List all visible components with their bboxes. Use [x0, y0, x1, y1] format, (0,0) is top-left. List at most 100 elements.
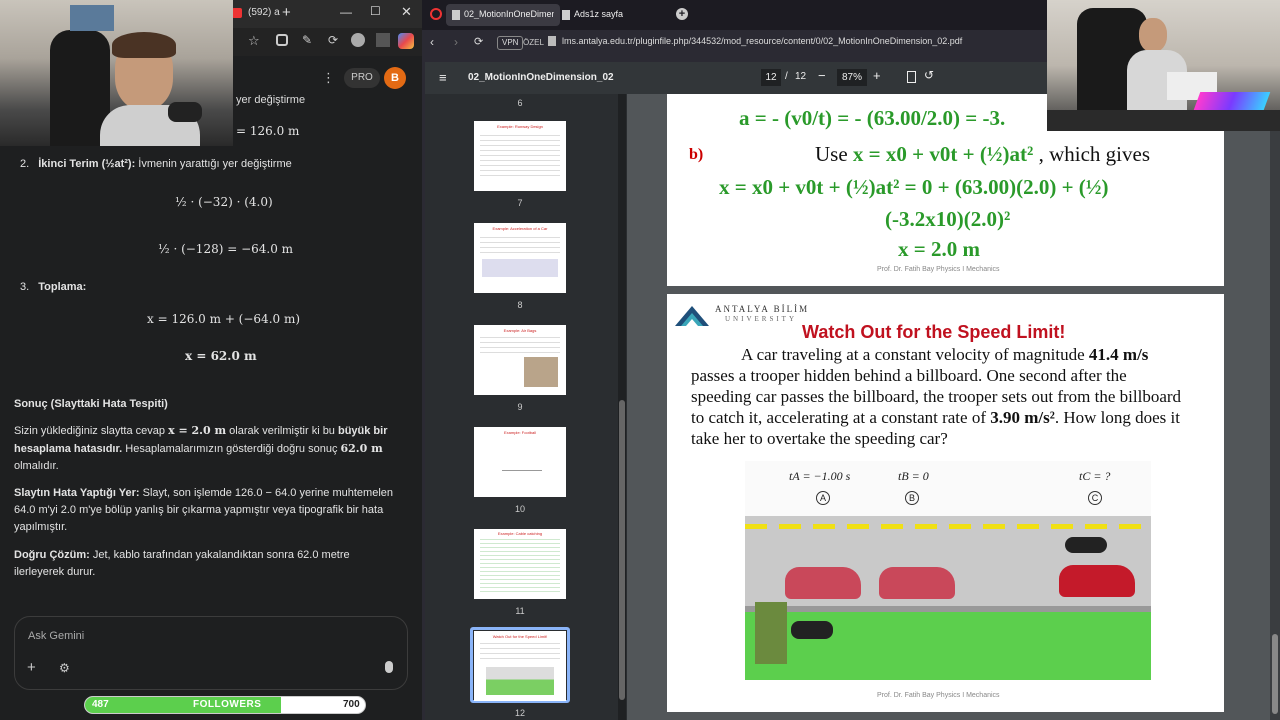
item2-title: İkinci Terim (½at²): — [38, 158, 136, 170]
thumb-photo — [524, 357, 558, 387]
label-tC: tC = ? — [1079, 469, 1111, 483]
thumbnail-page-8[interactable]: Example: Acceleration of a Car — [474, 223, 566, 293]
p1-text-b: olarak verilmiştir ki bu — [226, 425, 338, 437]
p1-text-d: olmalıdır. — [14, 460, 59, 472]
red-car-A — [785, 567, 861, 599]
tab-pdf[interactable]: 02_MotionInOneDimensio — [446, 4, 560, 26]
streamer-hair — [112, 32, 176, 58]
body-b2: 3.90 m/s² — [990, 408, 1055, 427]
billboard — [755, 602, 787, 664]
thumbnail-scrollbar[interactable] — [618, 94, 626, 720]
streamer-head — [1139, 18, 1167, 52]
pro-badge[interactable]: PRO — [344, 68, 380, 88]
marker-B: B — [905, 491, 919, 505]
slide12-title: Watch Out for the Speed Limit! — [802, 322, 1066, 342]
youtube-icon — [232, 8, 242, 18]
webcam-overlay-right — [1047, 0, 1280, 131]
thumbnail-panel: 6 Example: Runway Design 7 Example: Acce… — [425, 94, 627, 720]
thumb-number: 6 — [517, 98, 523, 108]
page-total: 12 — [795, 71, 807, 82]
slide12-body: A car traveling at a constant velocity o… — [691, 344, 1191, 449]
zoom-out-icon[interactable]: − — [818, 68, 826, 83]
page-number-input[interactable]: 12 — [761, 69, 781, 86]
copilot-icon[interactable] — [398, 33, 414, 49]
rotate-icon[interactable]: ↺ — [924, 68, 934, 82]
zoom-in-icon[interactable]: + — [873, 68, 881, 83]
sync-icon[interactable]: ⟳ — [328, 33, 338, 47]
thumb-number: 7 — [517, 198, 523, 208]
tab-pdf-title: 02_MotionInOneDimensio — [464, 9, 554, 19]
microphone-icon[interactable] — [385, 661, 393, 673]
ask-gemini-box[interactable]: Ask Gemini + ⚙ — [14, 616, 408, 690]
body-a: A car traveling at a constant velocity o… — [741, 345, 1089, 364]
thumb-title: Example: Football — [503, 430, 536, 435]
tab-blank[interactable]: Ads1z sayfa — [562, 4, 672, 26]
thumb-lines — [480, 337, 560, 357]
extension-icon[interactable] — [376, 33, 390, 47]
slide12-figure: tA = −1.00 s tB = 0 tC = ? A B C — [745, 461, 1151, 680]
slide12-footer: Prof. Dr. Fatih Bay Physics I Mechanics — [877, 692, 1000, 699]
item3-number: 3. — [20, 281, 30, 293]
fit-page-icon[interactable] — [907, 71, 916, 83]
use-text-a: Use — [815, 142, 853, 166]
thumbnail-page-10[interactable]: Example: Football — [474, 427, 566, 497]
back-icon[interactable]: ‹ — [430, 35, 434, 49]
slide11-b-label: b) — [689, 146, 704, 163]
microphone — [168, 102, 202, 122]
university-logo-icon — [673, 302, 711, 328]
tools-icon[interactable]: ⚙ — [59, 661, 70, 675]
close-icon[interactable]: ✕ — [401, 4, 412, 20]
thumb-number: 10 — [514, 504, 525, 514]
maximize-icon[interactable]: ☐ — [370, 4, 381, 18]
conclusion-title: Sonuç (Slayttaki Hata Tespiti) — [14, 398, 168, 410]
vpn-badge[interactable]: VPN — [497, 36, 524, 50]
tab-title[interactable]: (592) a — [248, 7, 280, 18]
puzzle-icon[interactable]: ✎ — [302, 33, 312, 47]
slide11-line-4: x = 2.0 m — [898, 237, 980, 261]
minimize-icon[interactable]: — — [340, 5, 352, 19]
menu-icon[interactable]: ≡ — [439, 70, 447, 85]
zoom-level[interactable]: 87% — [837, 69, 867, 86]
new-tab-button[interactable]: + — [282, 4, 291, 21]
new-tab-icon[interactable]: + — [676, 8, 688, 20]
use-equation: x = x0 + v0t + (½)at² — [852, 142, 1034, 166]
extensions-icon[interactable] — [276, 34, 288, 46]
more-menu-icon[interactable]: ⋮ — [322, 70, 335, 86]
motorcycle-C — [1065, 537, 1107, 553]
thumbnail-page-11[interactable]: Example: Cable catching — [474, 529, 566, 599]
logo-text-2: UNIVERSITY — [725, 315, 797, 323]
p3-bold: Doğru Çözüm: — [14, 549, 90, 561]
thumbnail-page-12[interactable]: Watch Out for the Speed Limit! — [474, 631, 566, 701]
p1-text-a: Sizin yüklediğiniz slaytta cevap — [14, 425, 169, 437]
pdf-page-12: ANTALYA BİLİM UNIVERSITY Watch Out for t… — [667, 294, 1224, 712]
avatar[interactable]: B — [384, 67, 406, 89]
thumbnail-page-7[interactable]: Example: Runway Design — [474, 121, 566, 191]
marker-A: A — [816, 491, 830, 505]
rgb-keyboard — [1193, 92, 1271, 110]
pdf-scrollbar-thumb[interactable] — [1272, 634, 1278, 714]
opera-logo-icon[interactable] — [430, 8, 442, 20]
paragraph-2: Slaytın Hata Yaptığı Yer: Slayt, son işl… — [14, 485, 399, 536]
p1-math: x = 2.0 m — [168, 424, 227, 437]
ask-gemini-input[interactable]: Ask Gemini — [28, 630, 84, 642]
p1-math-2: 62.0 m — [340, 442, 383, 455]
thumbnail-page-9[interactable]: Example: Air Bags — [474, 325, 566, 395]
logo-text-1: ANTALYA BİLİM — [715, 304, 810, 314]
reload-icon[interactable]: ⟳ — [474, 35, 483, 48]
url-text[interactable]: lms.antalya.edu.tr/pluginfile.php/344532… — [562, 36, 962, 46]
thumb-title: Example: Runway Design — [497, 124, 543, 129]
partial-heading: yer değiştirme — [236, 94, 306, 106]
list-item-3: 3. Toplama: — [20, 279, 86, 296]
scrollbar-thumb[interactable] — [619, 400, 625, 700]
wall-poster — [70, 5, 114, 31]
use-text-b: , which gives — [1033, 142, 1150, 166]
followers-label: FOLLOWERS — [193, 699, 262, 710]
forward-icon[interactable]: › — [454, 35, 458, 49]
pdf-scrollbar[interactable] — [1270, 94, 1280, 720]
profile-icon[interactable] — [351, 33, 365, 47]
star-icon[interactable]: ☆ — [248, 33, 260, 49]
add-icon[interactable]: + — [27, 659, 36, 676]
red-car-C — [1059, 565, 1135, 597]
label-tB: tB = 0 — [898, 469, 929, 483]
page-separator: / — [785, 71, 788, 82]
